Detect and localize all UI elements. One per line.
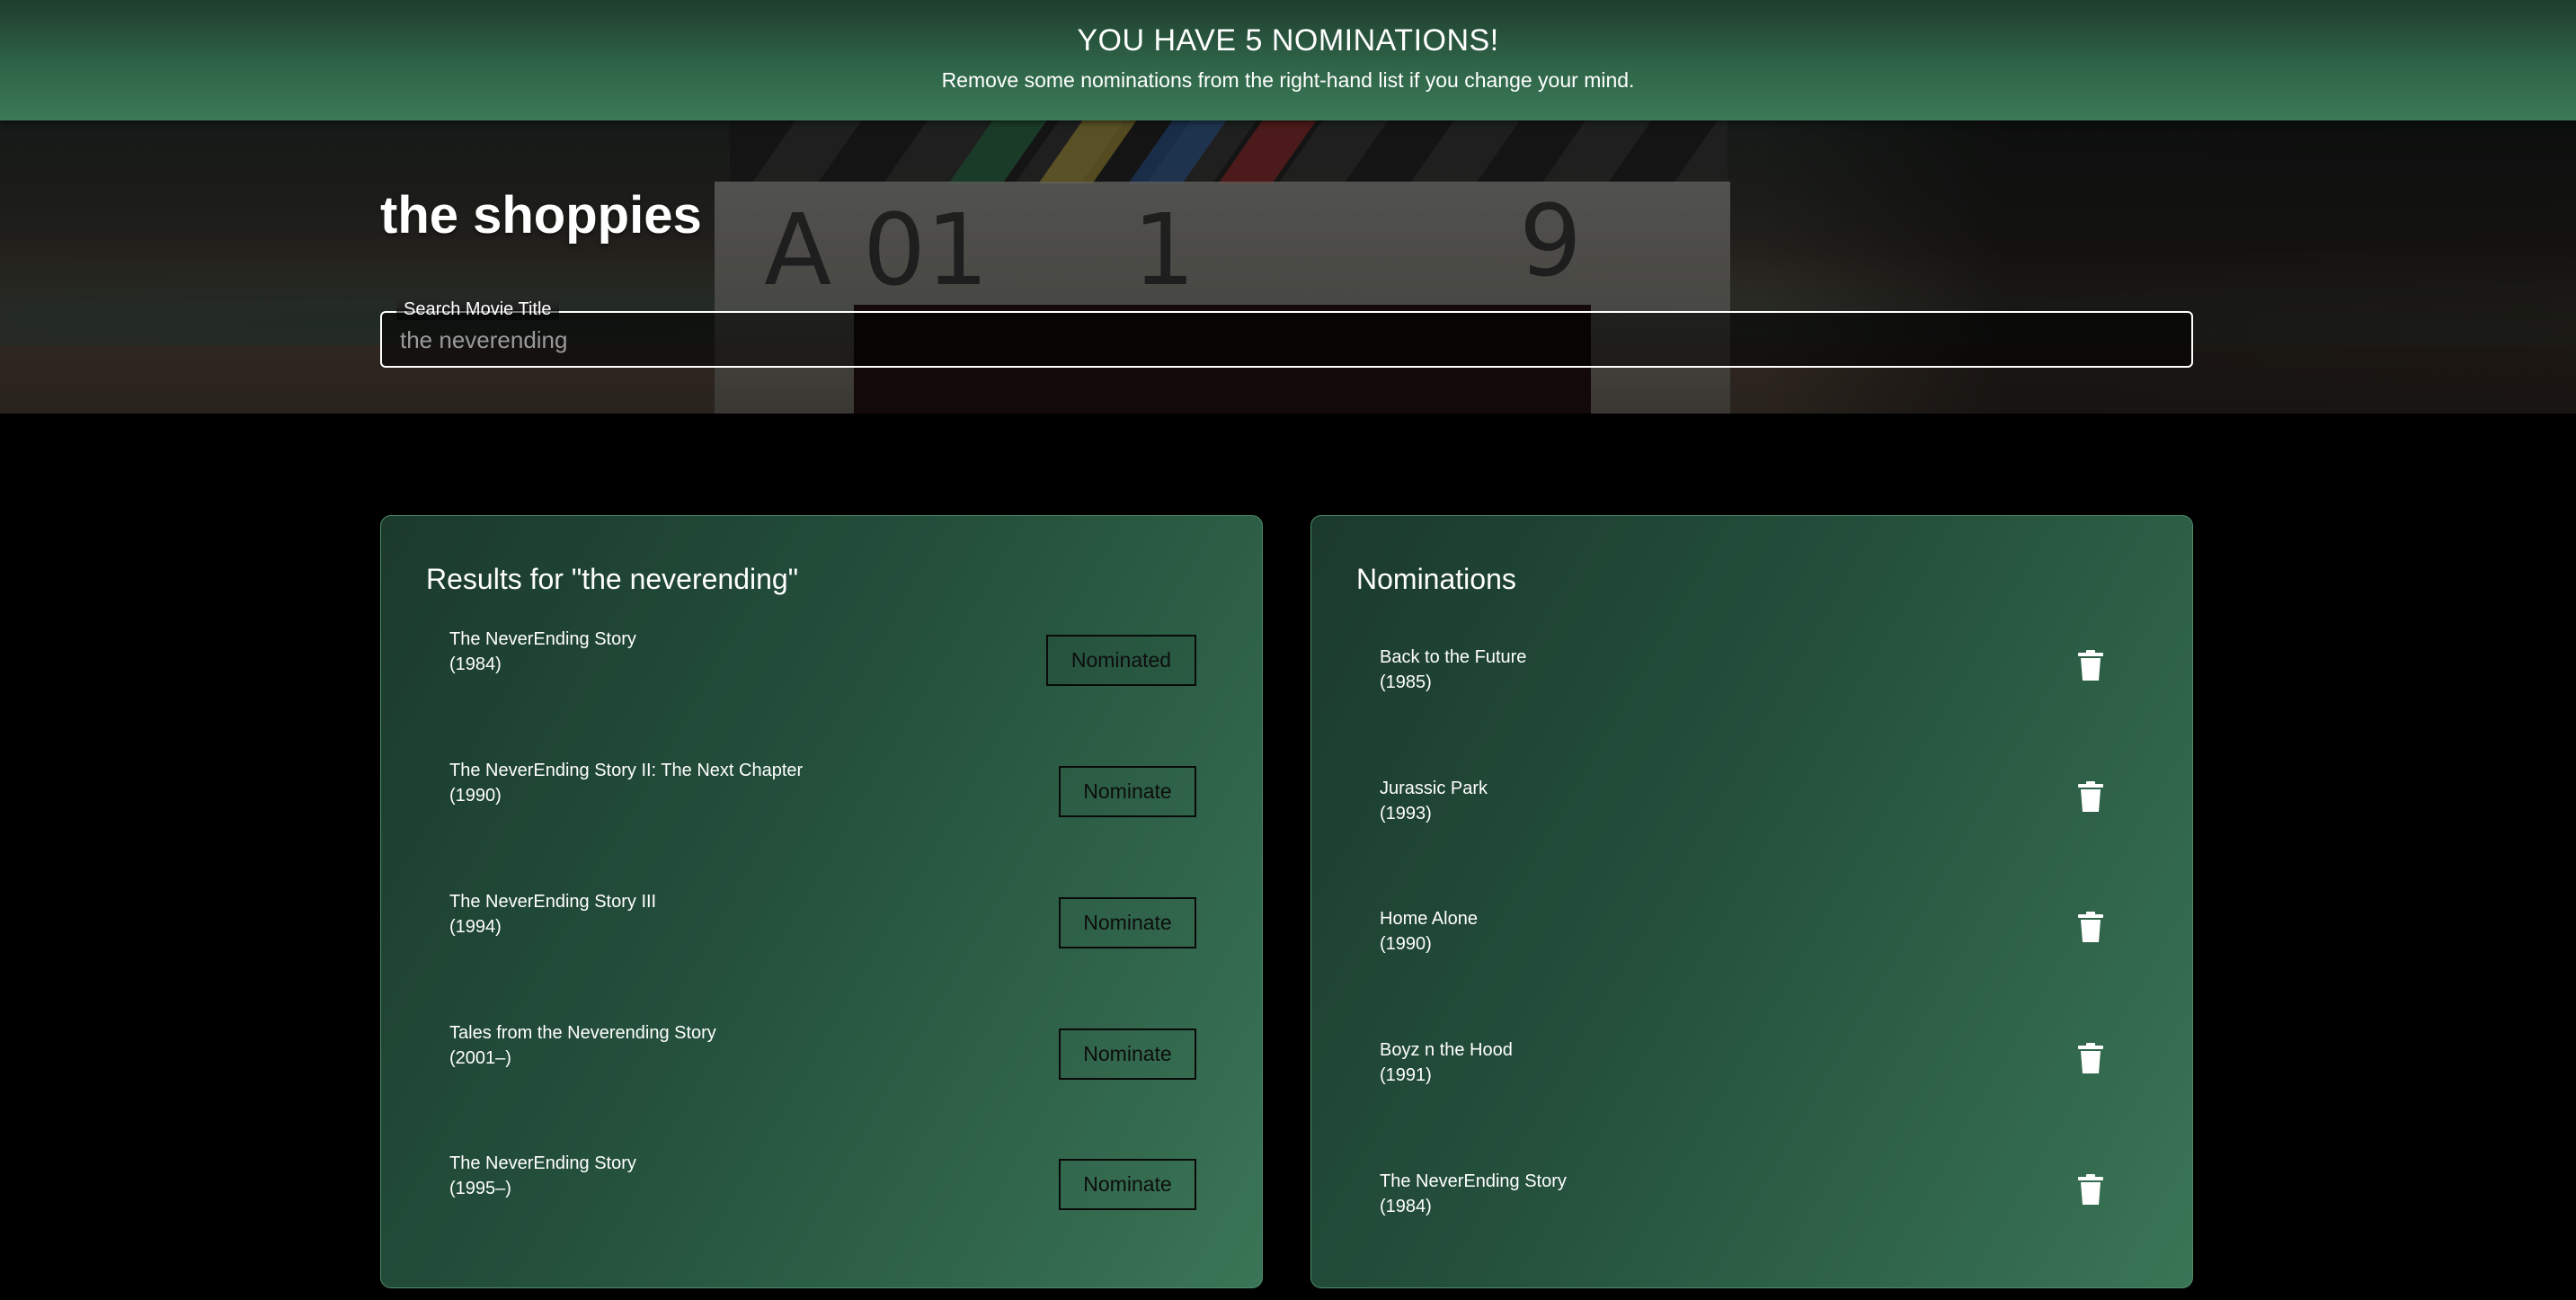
search-label: Search Movie Title [396,299,559,320]
result-title: The NeverEnding Story II: The Next Chapt… [449,761,804,780]
result-row: The NeverEnding Story III (1994) Nominat… [381,889,1262,1020]
nomination-row: Back to the Future (1985) [1311,645,2192,776]
nominations-panel: Nominations Back to the Future (1985) Ju… [1310,515,2193,1288]
result-year: (1990) [449,786,502,806]
nomination-year: (1984) [1380,1197,1432,1216]
trash-icon[interactable] [2078,912,2103,942]
hero-overlay [0,120,2576,414]
nominate-button[interactable]: Nominate [1059,766,1196,817]
nominate-button[interactable]: Nominate [1059,1028,1196,1080]
result-row: Tales from the Neverending Story (2001–)… [381,1020,1262,1152]
nominations-title: Nominations [1356,563,1516,595]
search-input[interactable] [400,320,2162,360]
result-title: The NeverEnding Story III [449,892,657,912]
results-title: Results for "the neverending" [426,563,799,595]
nominated-button[interactable]: Nominated [1046,635,1196,686]
result-title: The NeverEnding Story [449,629,636,649]
nomination-row: Home Alone (1990) [1311,906,2192,1037]
nomination-title: Jurassic Park [1380,779,1488,798]
nominate-button[interactable]: Nominate [1059,897,1196,948]
nomination-year: (1990) [1380,934,1432,954]
hero-section: A 01 1 9 [0,120,2576,414]
nomination-year: (1985) [1380,672,1432,692]
banner-subtitle: Remove some nominations from the right-h… [941,68,1635,92]
nomination-title: Home Alone [1380,909,1478,929]
banner-title: YOU HAVE 5 NOMINATIONS! [1077,23,1499,58]
nomination-title: Back to the Future [1380,647,1527,667]
result-year: (1994) [449,917,502,937]
result-year: (2001–) [449,1048,511,1068]
trash-icon[interactable] [2078,650,2103,681]
result-title: Tales from the Neverending Story [449,1023,716,1043]
results-panel: Results for "the neverending" The NeverE… [380,515,1263,1288]
result-row: The NeverEnding Story II: The Next Chapt… [381,758,1262,889]
nomination-year: (1993) [1380,804,1432,824]
result-year: (1984) [449,654,502,674]
result-title: The NeverEnding Story [449,1153,636,1173]
result-year: (1995–) [449,1179,511,1198]
nomination-title: Boyz n the Hood [1380,1040,1513,1060]
nominations-banner: YOU HAVE 5 NOMINATIONS! Remove some nomi… [0,0,2576,120]
result-row: The NeverEnding Story (1995–) Nominate [381,1151,1262,1282]
result-row: The NeverEnding Story (1984) Nominated [381,627,1262,758]
nomination-row: The NeverEnding Story (1984) [1311,1169,2192,1300]
trash-icon[interactable] [2078,781,2103,812]
nomination-row: Boyz n the Hood (1991) [1311,1037,2192,1169]
search-field[interactable]: Search Movie Title [380,299,2193,368]
nomination-year: (1991) [1380,1065,1432,1085]
nominate-button[interactable]: Nominate [1059,1159,1196,1210]
trash-icon[interactable] [2078,1043,2103,1073]
nomination-row: Jurassic Park (1993) [1311,776,2192,907]
nomination-title: The NeverEnding Story [1380,1171,1567,1191]
trash-icon[interactable] [2078,1174,2103,1205]
site-title: the shoppies [380,186,702,245]
